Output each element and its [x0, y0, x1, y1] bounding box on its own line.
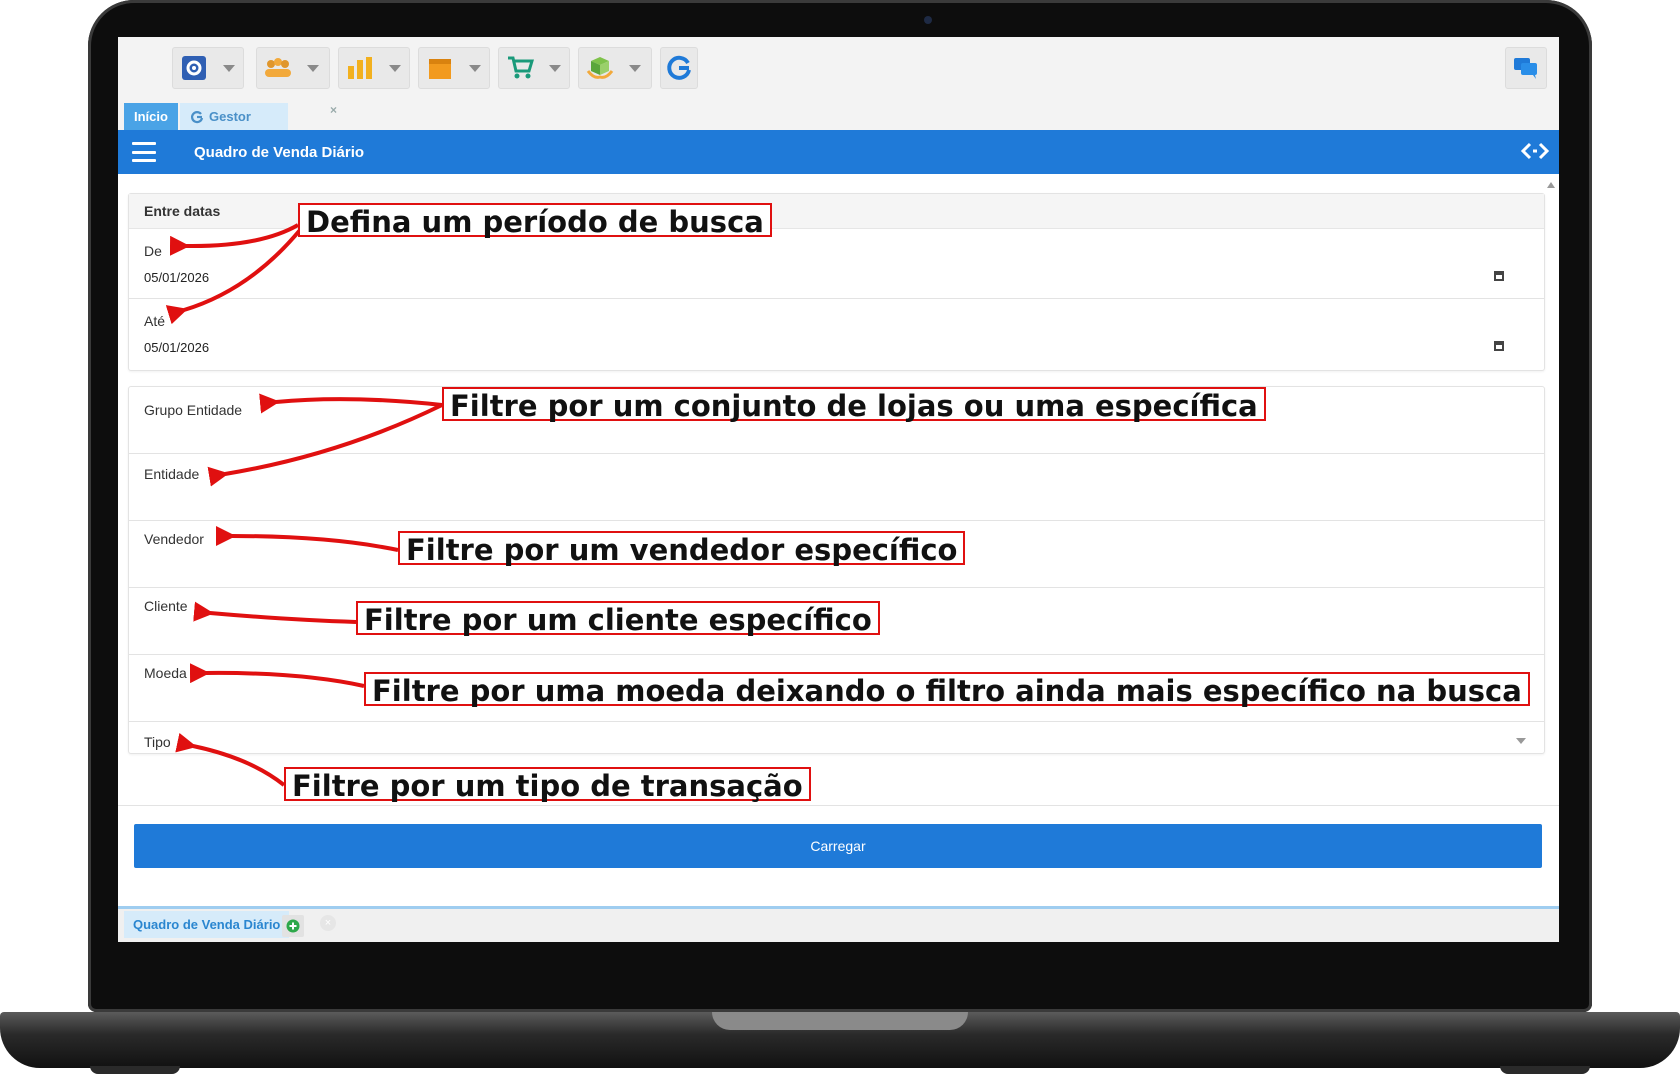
users-icon — [263, 53, 293, 83]
chevron-down-icon[interactable] — [1516, 738, 1526, 744]
calendar-icon[interactable] — [1494, 341, 1504, 351]
date-from-label: De — [144, 243, 162, 259]
annotation-tipo: Filtre por um tipo de transação — [284, 767, 811, 803]
date-to-label: Até — [144, 313, 166, 329]
toolbar — [118, 37, 1559, 100]
reports-menu-button[interactable] — [338, 47, 410, 89]
chevron-down-icon — [469, 64, 481, 72]
stock-menu-button[interactable] — [418, 47, 490, 89]
cliente-label: Cliente — [144, 598, 188, 614]
annotation-lojas: Filtre por um conjunto de lojas ou uma e… — [442, 387, 1266, 423]
tipo-select[interactable]: Tipo — [129, 722, 1544, 756]
app-screen: Início Gestor × Quadro de Venda Diário E… — [118, 37, 1559, 942]
date-to-field[interactable]: Até 05/01/2026 — [129, 299, 1544, 369]
sales-menu-button[interactable] — [498, 47, 570, 89]
date-to-input[interactable]: 05/01/2026 — [144, 340, 209, 355]
tab-gestor[interactable]: Gestor × — [180, 103, 337, 130]
refresh-g-icon — [190, 110, 204, 123]
logistics-menu-button[interactable] — [578, 47, 652, 89]
date-from-input[interactable]: 05/01/2026 — [144, 270, 209, 285]
laptop-notch — [712, 1012, 968, 1030]
vendedor-label: Vendedor — [144, 531, 204, 547]
refresh-g-icon — [664, 53, 694, 83]
tab-gestor-label: Gestor — [209, 109, 251, 124]
date-from-field[interactable]: De 05/01/2026 — [129, 229, 1544, 299]
divider — [118, 805, 1559, 806]
annotation-moeda: Filtre por uma moeda deixando o filtro a… — [364, 672, 1530, 708]
calendar-icon[interactable] — [1494, 271, 1504, 281]
bottom-tab-bar: Quadro de Venda Diário × — [118, 906, 1559, 942]
chat-button[interactable] — [1505, 47, 1547, 89]
carregar-button[interactable]: Carregar — [134, 824, 1542, 868]
close-icon[interactable]: × — [330, 103, 337, 117]
add-icon — [286, 919, 300, 933]
tipo-label: Tipo — [144, 734, 171, 750]
package-hand-icon — [585, 53, 615, 83]
chat-icon — [1514, 58, 1537, 79]
laptop-foot-left — [90, 1066, 180, 1074]
page-title: Quadro de Venda Diário — [194, 143, 365, 161]
settings-icon — [179, 53, 209, 83]
add-tab-button[interactable] — [282, 915, 304, 937]
moeda-label: Moeda — [144, 665, 187, 681]
annotation-cliente: Filtre por um cliente específico — [356, 601, 880, 637]
bottom-tab-quadro[interactable]: Quadro de Venda Diário — [124, 911, 290, 938]
box-icon — [425, 53, 455, 83]
entidade-field[interactable]: Entidade — [129, 454, 1544, 521]
page-header: Quadro de Venda Diário — [118, 130, 1559, 174]
tab-inicio[interactable]: Início — [124, 103, 178, 130]
annotation-periodo: Defina um período de busca — [298, 203, 772, 239]
refresh-button[interactable] — [660, 47, 698, 89]
chevron-down-icon — [389, 64, 401, 72]
users-menu-button[interactable] — [256, 47, 330, 89]
chevron-down-icon — [629, 64, 641, 72]
camera-dot — [924, 16, 932, 24]
chevron-down-icon — [307, 64, 319, 72]
hamburger-menu-icon[interactable] — [132, 142, 156, 162]
code-toggle-icon[interactable] — [1521, 140, 1549, 162]
grupo-entidade-label: Grupo Entidade — [144, 402, 243, 418]
bar-chart-icon — [345, 53, 375, 83]
tab-strip: Início Gestor × — [118, 100, 1559, 130]
settings-menu-button[interactable] — [172, 47, 244, 89]
entidade-label: Entidade — [144, 466, 200, 482]
laptop-foot-right — [1500, 1066, 1590, 1074]
chevron-down-icon — [223, 64, 235, 72]
close-icon[interactable]: × — [320, 915, 336, 931]
annotation-vendedor: Filtre por um vendedor específico — [398, 531, 966, 567]
scroll-up-icon[interactable] — [1547, 182, 1555, 188]
cart-icon — [505, 53, 535, 83]
chevron-down-icon — [549, 64, 561, 72]
